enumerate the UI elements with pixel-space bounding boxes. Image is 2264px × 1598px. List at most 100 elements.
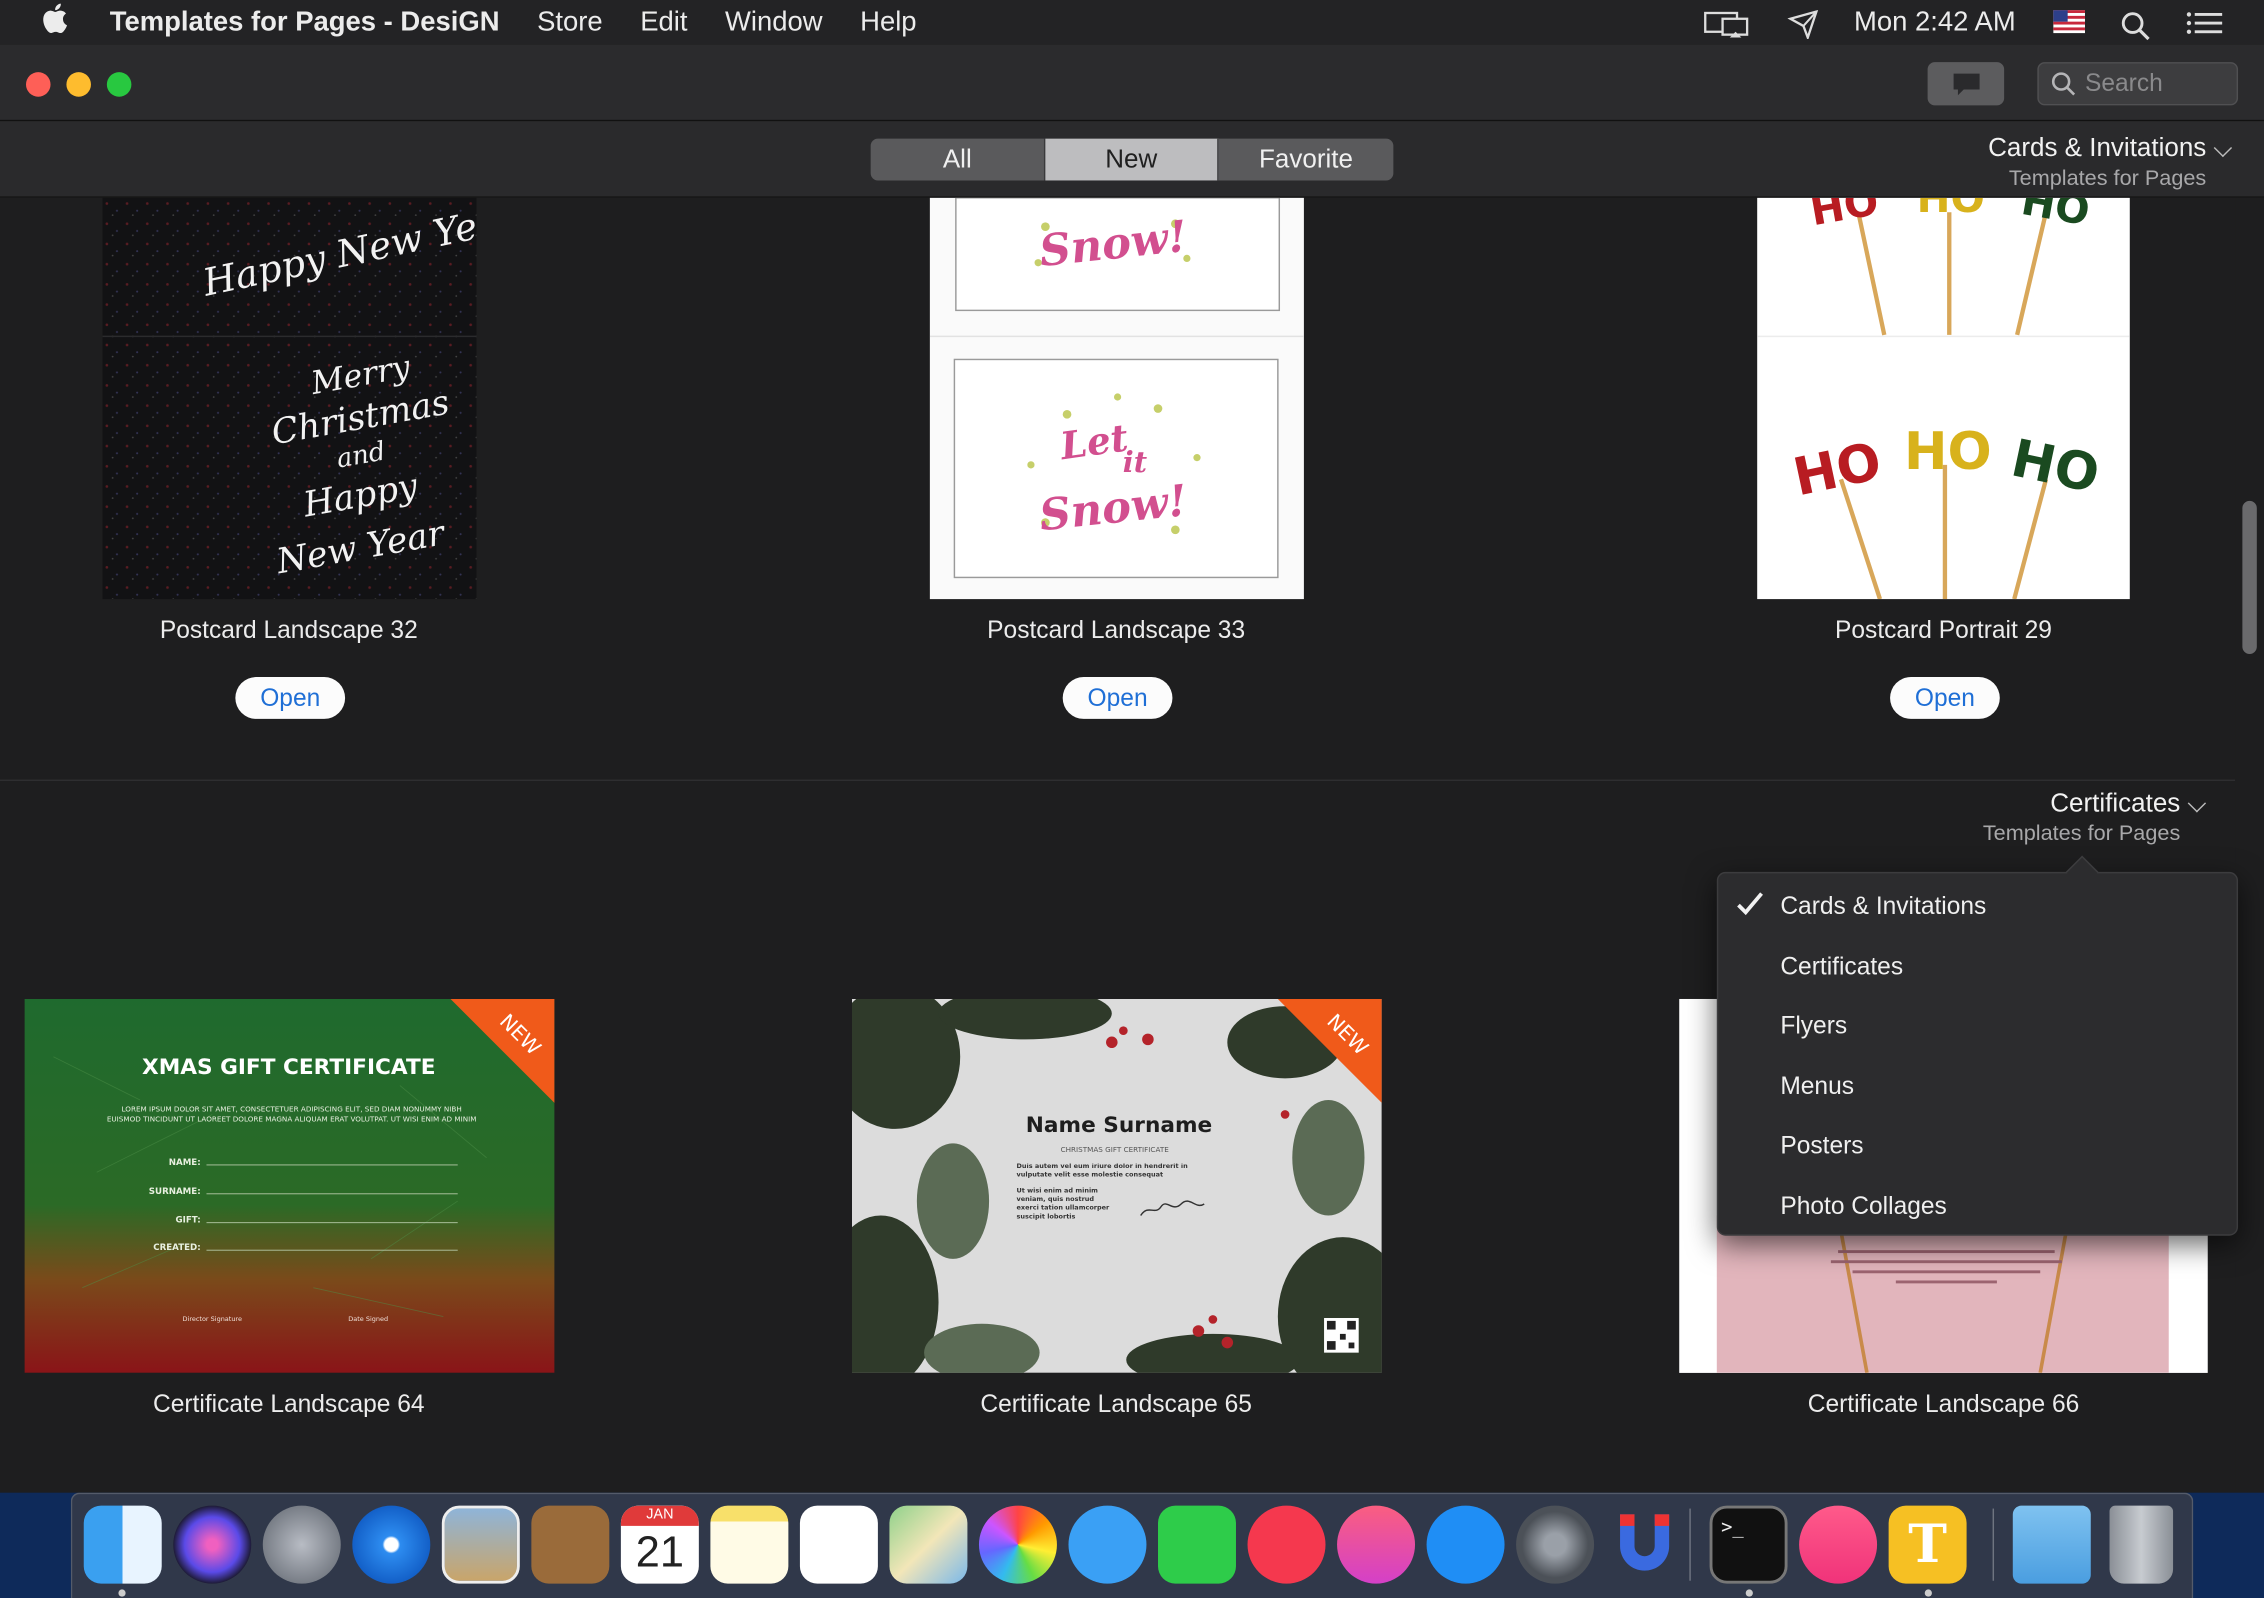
thumbnail-postcard-portrait-29[interactable]: HO HO HO HO HO HO [1757, 197, 2130, 600]
terminal-prompt: >_ [1721, 1517, 1744, 1539]
zoom-window-button[interactable] [106, 72, 132, 97]
calendar-icon[interactable]: JAN 21 [620, 1505, 699, 1584]
tab-favorite[interactable]: Favorite [1219, 139, 1394, 181]
photos-icon[interactable] [978, 1505, 1057, 1584]
launchpad-rocket-icon[interactable] [262, 1505, 341, 1584]
airplay-display-icon[interactable] [1704, 9, 1749, 37]
svg-text:SURNAME:: SURNAME: [149, 1187, 201, 1197]
filter-segmented-control: All New Favorite [870, 138, 1394, 181]
app-store-icon[interactable] [1426, 1505, 1505, 1584]
svg-text:HO: HO [1904, 422, 1992, 482]
template-title: Certificate Landscape 66 [1807, 1390, 2080, 1418]
menu-store[interactable]: Store [537, 6, 603, 38]
dock: JAN 21 >_ T [70, 1492, 2194, 1598]
us-flag-icon[interactable] [2053, 9, 2088, 35]
section-divider [0, 779, 2236, 781]
title-bar: Search [0, 44, 2264, 122]
safari-compass-icon[interactable] [352, 1505, 431, 1584]
dropdown-item-cards-invitations[interactable]: Cards & Invitations [1780, 885, 2213, 928]
facetime-icon[interactable] [1158, 1505, 1236, 1584]
running-indicator [118, 1589, 126, 1597]
menu-bar: Templates for Pages - DesiGN Store Edit … [0, 0, 2264, 45]
dropdown-item-posters[interactable]: Posters [1780, 1125, 2213, 1168]
dropdown-item-menus[interactable]: Menus [1780, 1065, 2213, 1108]
tab-all[interactable]: All [871, 138, 1046, 181]
menu-edit[interactable]: Edit [640, 6, 687, 38]
open-button[interactable]: Open [1890, 677, 2000, 719]
thumbnail-certificate-landscape-64[interactable]: NEW XMAS GIFT CERTIFICATE LOREM IPSUM DO… [24, 998, 555, 1373]
svg-text:CREATED:: CREATED: [153, 1243, 200, 1253]
terminal-icon[interactable]: >_ [1709, 1505, 1788, 1584]
music-note-icon[interactable] [1337, 1505, 1416, 1584]
app-name-menu[interactable]: Templates for Pages - DesiGN [110, 6, 500, 38]
checkmark-icon [1737, 892, 1763, 916]
menu-help[interactable]: Help [860, 6, 916, 38]
open-button[interactable]: Open [1062, 677, 1173, 719]
scrollbar-track[interactable] [2235, 197, 2264, 1493]
scrollbar-thumb[interactable] [2242, 500, 2257, 654]
chevron-down-icon [2187, 794, 2207, 813]
menubar-clock[interactable]: Mon 2:42 AM [1854, 6, 2016, 38]
maps-icon[interactable] [889, 1505, 968, 1584]
notes-icon[interactable] [710, 1505, 789, 1584]
tab-new[interactable]: New [1045, 138, 1219, 181]
trash-icon[interactable] [2109, 1505, 2174, 1584]
search-icon [2051, 72, 2076, 96]
dropdown-item-flyers[interactable]: Flyers [1780, 1005, 2213, 1048]
dropdown-item-photo-collages[interactable]: Photo Collages [1780, 1185, 2213, 1228]
messages-bubble-icon[interactable] [1068, 1505, 1147, 1584]
location-arrow-icon[interactable] [1787, 9, 1823, 41]
running-indicator [1745, 1589, 1753, 1597]
search-field[interactable]: Search [2037, 62, 2239, 106]
finder-icon[interactable] [83, 1505, 162, 1584]
calendar-day: 21 [635, 1528, 684, 1577]
siri-icon[interactable] [173, 1505, 252, 1584]
template-title: Certificate Landscape 65 [980, 1390, 1252, 1418]
pink-app-icon[interactable] [1799, 1505, 1878, 1584]
thumbnail-postcard-landscape-33[interactable]: Snow! Let it Snow! [929, 197, 1304, 600]
svg-text:CHRISTMAS GIFT CERTIFICATE: CHRISTMAS GIFT CERTIFICATE [1061, 1145, 1170, 1154]
category-title: Certificates [2050, 788, 2181, 818]
reminders-icon[interactable] [799, 1505, 878, 1584]
thumbnail-postcard-landscape-32[interactable]: Happy New Year Merry Christmas and Happy… [102, 197, 477, 600]
svg-text:Let: Let [1057, 415, 1131, 468]
apple-menu-icon[interactable] [0, 3, 110, 42]
chevron-down-icon [2213, 138, 2233, 158]
toolbar: All New Favorite Cards & Invitations Tem… [0, 121, 2264, 198]
dropdown-item-certificates[interactable]: Certificates [1780, 946, 2213, 989]
contacts-book-icon[interactable] [531, 1505, 610, 1584]
chat-bubble-icon [1953, 73, 1980, 96]
minimize-window-button[interactable] [66, 72, 91, 97]
news-icon[interactable] [1247, 1505, 1326, 1584]
calendar-month: JAN [620, 1505, 699, 1526]
magnet-icon[interactable] [1606, 1506, 1684, 1584]
svg-text:NAME:: NAME: [169, 1158, 201, 1168]
category-picker-certificates[interactable]: Certificates Templates for Pages [1983, 788, 2207, 846]
spotlight-search-icon[interactable] [2120, 9, 2155, 40]
template-gallery: Happy New Year Merry Christmas and Happy… [0, 197, 2264, 1493]
category-picker-cards[interactable]: Cards & Invitations Templates for Pages [1988, 132, 2233, 191]
category-dropdown-menu: Cards & Invitations Certificates Flyers … [1716, 855, 2239, 1236]
template-title: Postcard Landscape 33 [987, 616, 1246, 644]
template-title: Postcard Portrait 29 [1835, 616, 2052, 644]
downloads-folder-icon[interactable] [2012, 1505, 2091, 1584]
svg-text:Name Surname: Name Surname [1026, 1113, 1212, 1138]
mail-eagle-stamp-icon[interactable] [441, 1505, 520, 1584]
system-preferences-gear-icon[interactable] [1516, 1505, 1595, 1584]
svg-text:it: it [1123, 445, 1148, 479]
close-window-button[interactable] [25, 72, 51, 97]
svg-text:XMAS GIFT CERTIFICATE: XMAS GIFT CERTIFICATE [142, 1055, 436, 1080]
template-title: Postcard Landscape 32 [159, 616, 418, 644]
category-title: Cards & Invitations [1988, 132, 2207, 162]
notification-center-icon[interactable] [2186, 9, 2223, 35]
svg-text:Date Signed: Date Signed [348, 1315, 388, 1323]
feedback-chat-button[interactable] [1927, 62, 2005, 106]
template-title: Certificate Landscape 64 [153, 1390, 425, 1418]
category-subtitle: Templates for Pages [2008, 166, 2207, 191]
thumbnail-certificate-landscape-65[interactable]: NEW Name Surname CHRISTMAS GIFT CERTIFIC… [851, 998, 1382, 1373]
templates-app-icon[interactable]: T [1888, 1505, 1967, 1584]
running-indicator [1924, 1589, 1932, 1597]
open-button[interactable]: Open [235, 677, 346, 719]
menu-window[interactable]: Window [725, 6, 823, 38]
svg-text:GIFT:: GIFT: [176, 1216, 201, 1226]
